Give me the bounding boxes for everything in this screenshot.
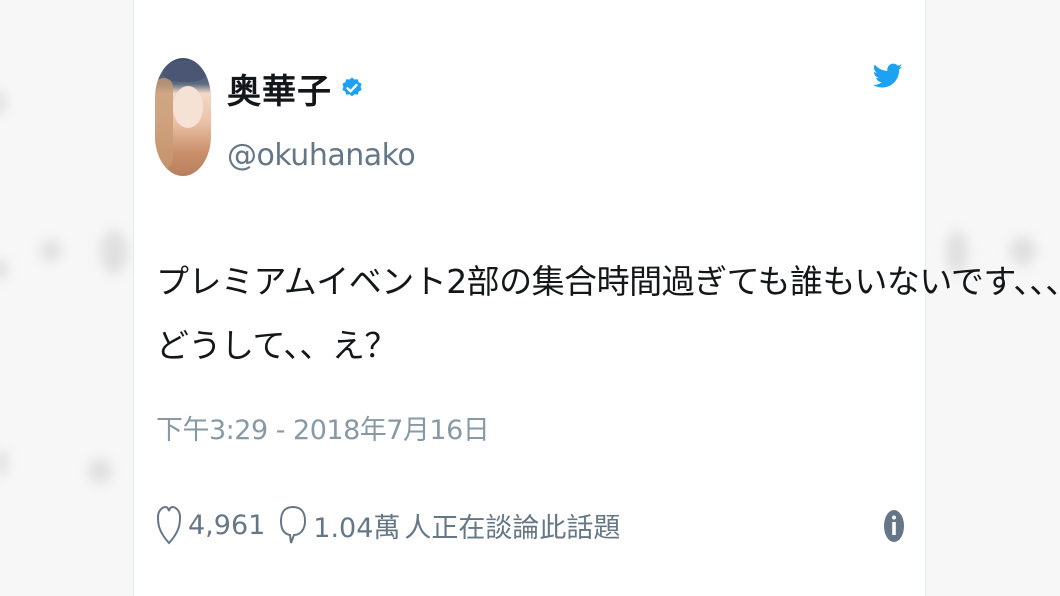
like-count: 4,961 bbox=[188, 509, 266, 541]
tweet-text: プレミアムイベント2部の集合時間過ぎても誰もいないです、、、 どうして、、え？ bbox=[156, 250, 1060, 378]
tweet-text-line-2: どうして、、え？ bbox=[156, 326, 397, 365]
user-handle[interactable]: @okuhanako bbox=[227, 138, 416, 173]
name-row: 奥華子 bbox=[227, 64, 364, 113]
tweet-actions: 4,961 1.04萬 人正在談論此話題 bbox=[156, 500, 634, 550]
tweet-timestamp[interactable]: 下午3:29 - 2018年7月16日 bbox=[156, 408, 490, 447]
reply-button[interactable]: 1.04萬 人正在談論此話題 bbox=[279, 503, 620, 547]
screenshot-stage: 奥華子 @okuhanako プレミアムイベント2部の集合時間過ぎても誰もいない… bbox=[0, 0, 1060, 596]
tweet-card[interactable]: 奥華子 @okuhanako プレミアムイベント2部の集合時間過ぎても誰もいない… bbox=[133, 0, 1060, 596]
verified-badge-icon bbox=[340, 76, 364, 100]
talking-about-label: 人正在談論此話題 bbox=[404, 512, 621, 544]
heart-icon bbox=[156, 505, 182, 545]
speech-bubble-icon bbox=[280, 505, 307, 544]
reply-count: 1.04萬 bbox=[313, 512, 401, 544]
left-blurred-background bbox=[0, 0, 133, 596]
twitter-bird-icon[interactable] bbox=[872, 62, 903, 90]
display-name[interactable]: 奥華子 bbox=[227, 64, 332, 113]
info-icon[interactable] bbox=[883, 508, 905, 544]
tweet-text-line-1: プレミアムイベント2部の集合時間過ぎても誰もいないです、、、 bbox=[156, 262, 1060, 301]
avatar[interactable] bbox=[155, 58, 211, 176]
like-button[interactable]: 4,961 bbox=[156, 503, 265, 547]
